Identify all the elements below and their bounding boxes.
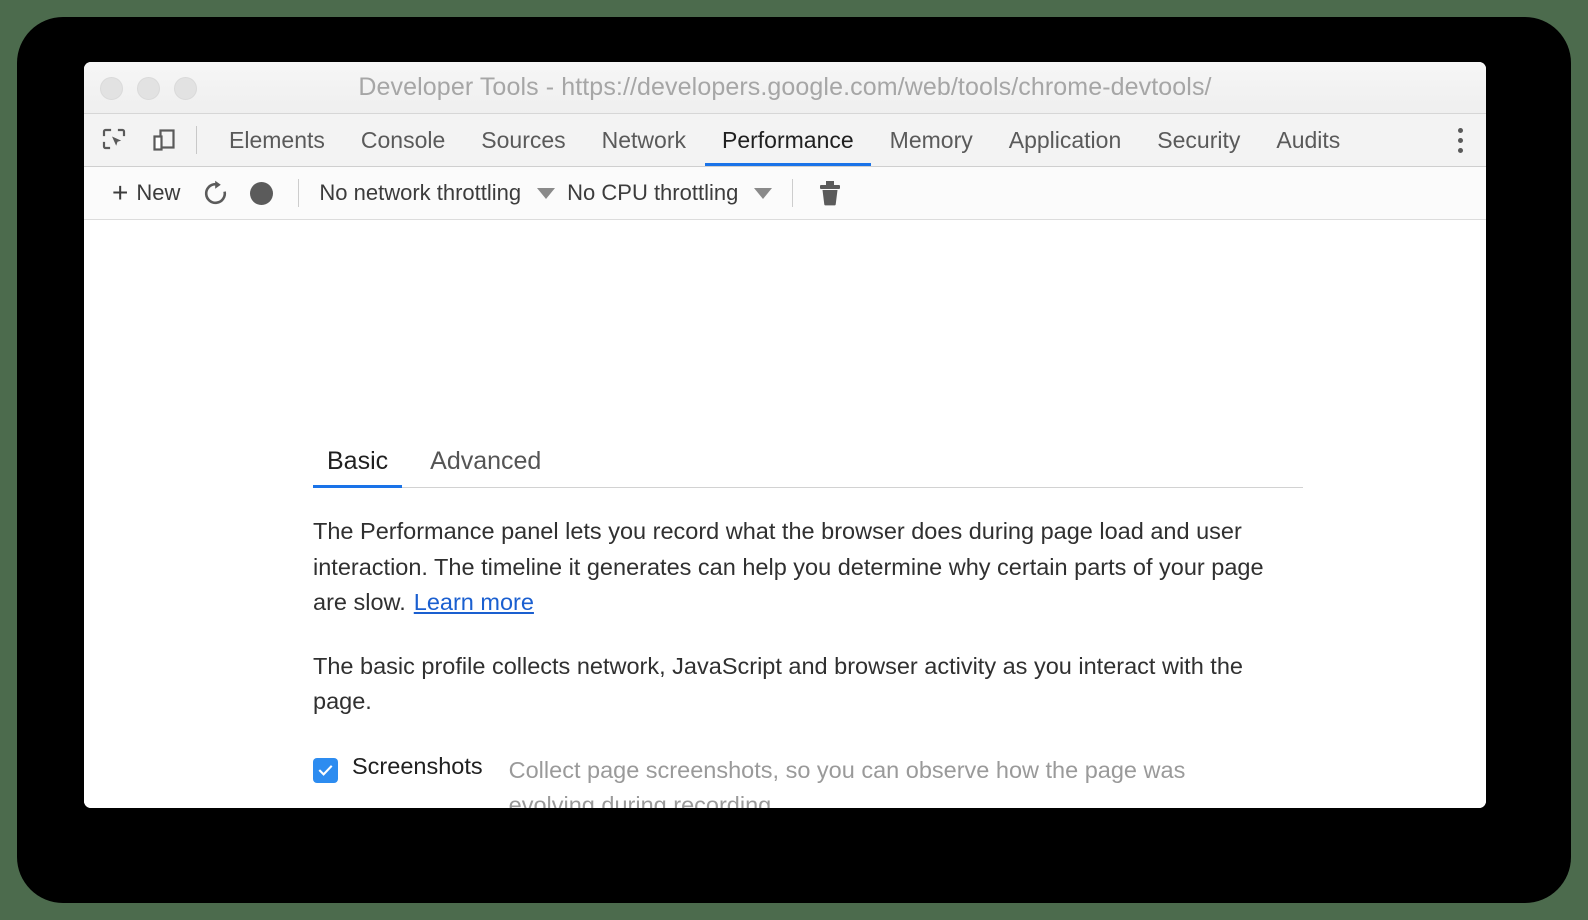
- cpu-throttling-select[interactable]: No CPU throttling: [561, 173, 778, 213]
- device-toolbar-icon[interactable]: [146, 122, 182, 158]
- inspect-element-icon[interactable]: [96, 122, 132, 158]
- screenshots-label[interactable]: Screenshots: [352, 753, 483, 780]
- tab-application[interactable]: Application: [991, 114, 1140, 166]
- subtab-advanced[interactable]: Advanced: [416, 447, 555, 487]
- network-throttling-value: No network throttling: [319, 180, 522, 205]
- tab-security[interactable]: Security: [1139, 114, 1258, 166]
- devtools-tab-strip: Elements Console Sources Network Perform…: [84, 114, 1486, 167]
- panel-tabs: Elements Console Sources Network Perform…: [197, 114, 1437, 166]
- tab-strip-tools: [96, 114, 196, 166]
- chevron-down-icon: [754, 187, 773, 199]
- clear-recording-button[interactable]: [807, 173, 853, 213]
- maximize-window-button[interactable]: [174, 76, 197, 100]
- screenshots-description: Collect page screenshots, so you can obs…: [508, 756, 1186, 809]
- profile-mode-tabs: Basic Advanced: [313, 438, 1303, 488]
- screenshots-checkbox[interactable]: [313, 757, 338, 783]
- subtab-basic[interactable]: Basic: [313, 447, 403, 488]
- toolbar-divider-1: [298, 179, 300, 207]
- performance-panel: Basic Advanced The Performance panel let…: [84, 220, 1486, 808]
- record-toggle-icon[interactable]: [238, 173, 284, 213]
- screenshots-setting-row: Screenshots Collect page screenshots, so…: [313, 753, 1303, 809]
- basic-profile-paragraph: The basic profile collects network, Java…: [313, 652, 1243, 715]
- window-title: Developer Tools - https://developers.goo…: [358, 73, 1212, 101]
- tab-performance[interactable]: Performance: [704, 114, 872, 166]
- reload-and-profile-icon[interactable]: [192, 173, 238, 213]
- learn-more-link[interactable]: Learn more: [414, 589, 534, 615]
- tab-strip-right: [1437, 114, 1486, 166]
- minimize-window-button[interactable]: [137, 76, 160, 100]
- performance-toolbar: + New No network throttling No CPU throt…: [84, 167, 1486, 220]
- title-bar: Developer Tools - https://developers.goo…: [84, 62, 1486, 114]
- chevron-down-icon: [537, 187, 556, 199]
- tab-memory[interactable]: Memory: [872, 114, 991, 166]
- plus-icon: +: [112, 177, 129, 208]
- record-dot-icon: [249, 181, 273, 205]
- tab-network[interactable]: Network: [584, 114, 704, 166]
- devtools-window: Developer Tools - https://developers.goo…: [84, 62, 1486, 808]
- new-recording-label: New: [136, 180, 181, 205]
- tab-elements[interactable]: Elements: [211, 114, 343, 166]
- toolbar-divider-2: [792, 179, 794, 207]
- new-recording-button[interactable]: + New: [100, 173, 192, 213]
- panel-description-paragraph: The Performance panel lets you record wh…: [313, 514, 1268, 621]
- tab-audits[interactable]: Audits: [1258, 114, 1358, 166]
- network-throttling-select[interactable]: No network throttling: [313, 173, 561, 213]
- tab-console[interactable]: Console: [343, 114, 463, 166]
- cpu-throttling-value: No CPU throttling: [567, 180, 739, 205]
- landing-page-content: Basic Advanced The Performance panel let…: [313, 438, 1303, 808]
- traffic-lights: [100, 62, 197, 114]
- close-window-button[interactable]: [100, 76, 123, 100]
- tab-sources[interactable]: Sources: [463, 114, 583, 166]
- more-options-icon[interactable]: [1438, 114, 1482, 167]
